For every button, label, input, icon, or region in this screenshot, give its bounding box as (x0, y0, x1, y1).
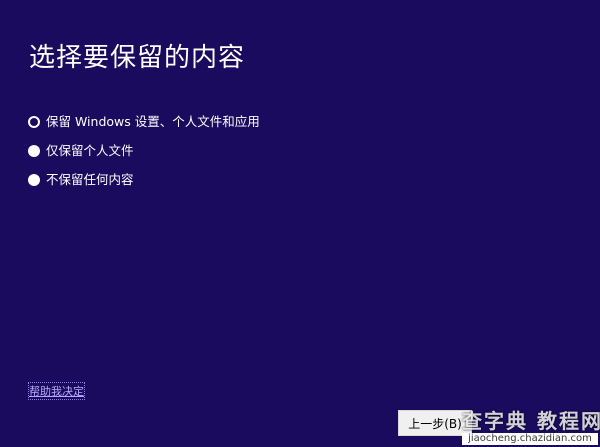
option-keep-nothing[interactable]: 不保留任何内容 (28, 170, 260, 189)
watermark-text: 查字典 教程网 (462, 409, 600, 433)
radio-selected-icon[interactable] (28, 115, 40, 128)
keep-options-list: 保留 Windows 设置、个人文件和应用 仅保留个人文件 不保留任何内容 (28, 112, 260, 199)
help-me-decide-link[interactable]: 帮助我决定 (28, 382, 85, 400)
option-keep-personal-files[interactable]: 仅保留个人文件 (28, 141, 260, 160)
watermark: 查字典 教程网 jiaocheng.chazidian.com (462, 405, 600, 445)
option-label: 不保留任何内容 (46, 172, 134, 187)
option-label: 仅保留个人文件 (46, 143, 134, 158)
option-label: 保留 Windows 设置、个人文件和应用 (46, 114, 260, 129)
option-keep-settings-files-apps[interactable]: 保留 Windows 设置、个人文件和应用 (28, 112, 260, 131)
watermark-url: jiaocheng.chazidian.com (462, 433, 598, 445)
radio-unselected-icon[interactable] (28, 144, 40, 157)
radio-unselected-icon[interactable] (28, 173, 40, 186)
page-title: 选择要保留的内容 (29, 43, 246, 74)
back-button[interactable]: 上一步(B) (398, 410, 472, 436)
